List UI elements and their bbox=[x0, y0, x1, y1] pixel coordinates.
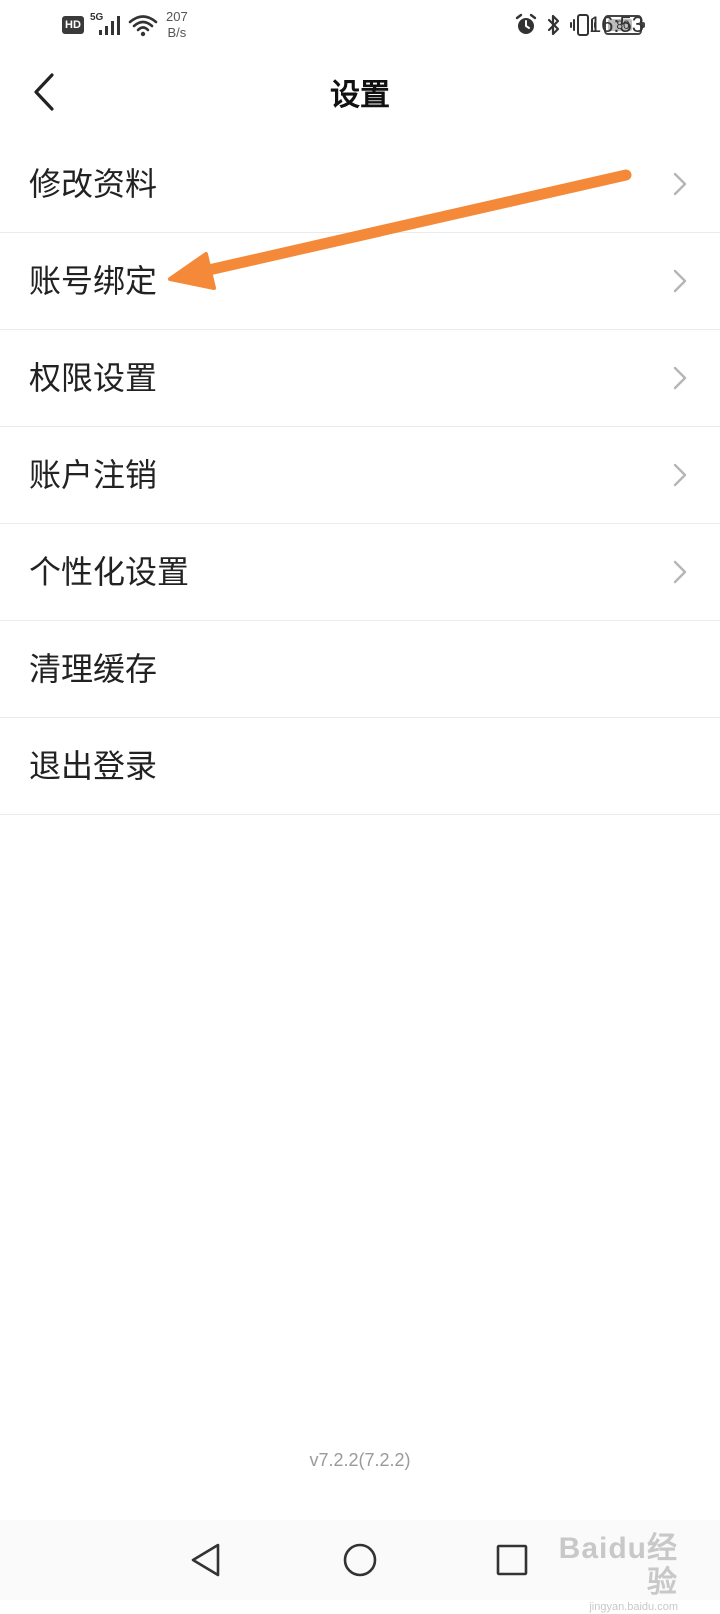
chevron-right-icon bbox=[673, 172, 687, 196]
nav-back-button[interactable] bbox=[184, 1538, 228, 1582]
settings-item-label: 个性化设置 bbox=[29, 553, 190, 591]
settings-item-label: 清理缓存 bbox=[29, 650, 158, 688]
net-speed: 207 B/s bbox=[166, 9, 188, 41]
wifi-icon bbox=[128, 15, 158, 37]
net-speed-value: 207 bbox=[166, 9, 188, 24]
settings-item-label: 权限设置 bbox=[29, 359, 158, 397]
page-title: 设置 bbox=[330, 78, 390, 113]
baidu-watermark: Baidu经验 jingyan.baidu.com bbox=[548, 1532, 678, 1613]
settings-item-edit-profile[interactable]: 修改资料 bbox=[0, 136, 720, 233]
status-left: HD 5G 207 B/s bbox=[62, 8, 188, 42]
alarm-icon bbox=[515, 13, 537, 34]
hd-badge: HD bbox=[62, 16, 84, 34]
nav-home-button[interactable] bbox=[338, 1538, 382, 1582]
status-bar: HD 5G 207 B/s 80 16:53 bbox=[0, 0, 720, 48]
settings-item-label: 修改资料 bbox=[29, 165, 158, 203]
status-time: 16:53 bbox=[588, 12, 644, 37]
nav-recent-button[interactable] bbox=[490, 1538, 534, 1582]
signal-5g-icon: 5G bbox=[90, 12, 124, 38]
chevron-right-icon bbox=[673, 463, 687, 487]
nav-home-icon bbox=[343, 1543, 377, 1577]
net-speed-unit: B/s bbox=[167, 25, 187, 40]
settings-item-label: 账号绑定 bbox=[29, 262, 158, 300]
watermark-brand: Baidu经验 bbox=[558, 1532, 678, 1599]
settings-item-logout[interactable]: 退出登录 bbox=[0, 718, 720, 815]
chevron-right-icon bbox=[673, 366, 687, 390]
settings-item-account-binding[interactable]: 账号绑定 bbox=[0, 233, 720, 330]
watermark-site: jingyan.baidu.com bbox=[589, 1601, 678, 1613]
settings-item-personalization[interactable]: 个性化设置 bbox=[0, 524, 720, 621]
settings-item-permissions[interactable]: 权限设置 bbox=[0, 330, 720, 427]
settings-item-account-cancel[interactable]: 账户注销 bbox=[0, 427, 720, 524]
bluetooth-icon bbox=[547, 14, 560, 36]
nav-back-icon bbox=[191, 1543, 220, 1577]
settings-item-label: 账户注销 bbox=[29, 456, 158, 494]
settings-list: 修改资料 账号绑定 权限设置 账户注销 个性化设置 清理缓存 退出登录 bbox=[0, 136, 720, 815]
header: 设置 bbox=[0, 48, 720, 136]
chevron-right-icon bbox=[673, 269, 687, 293]
settings-item-label: 退出登录 bbox=[29, 747, 158, 785]
chevron-right-icon bbox=[673, 560, 687, 584]
signal-bars-icon bbox=[99, 16, 120, 35]
nav-recent-icon bbox=[496, 1544, 528, 1576]
app-version: v7.2.2(7.2.2) bbox=[309, 1450, 411, 1470]
settings-item-clear-cache[interactable]: 清理缓存 bbox=[0, 621, 720, 718]
